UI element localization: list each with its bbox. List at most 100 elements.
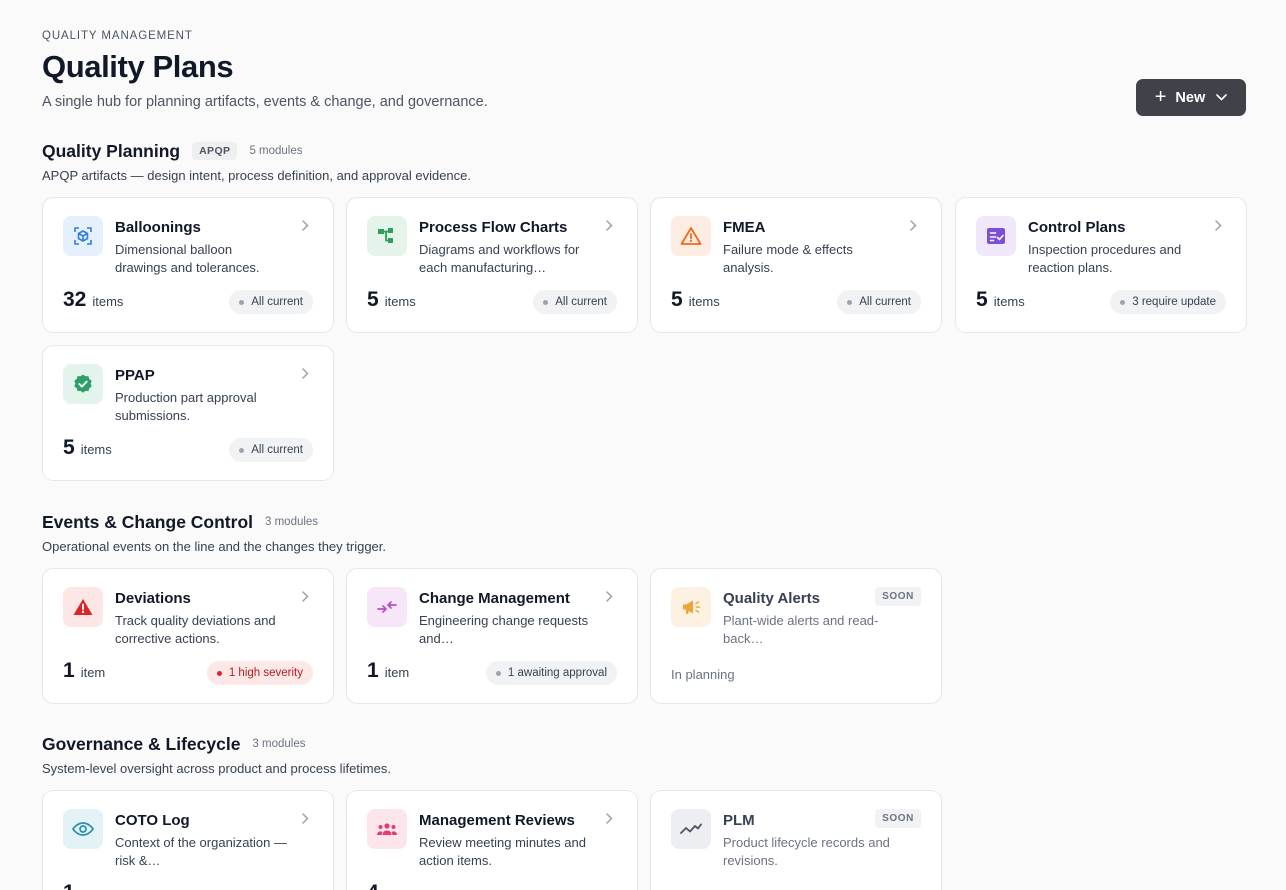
card-title: Change Management [419,590,570,607]
card-description: Failure mode & effects analysis. [723,242,853,275]
card-description: Dimensional balloon drawings and toleran… [115,242,260,275]
section-description: APQP artifacts — design intent, process … [42,168,472,183]
count-number: 32 [63,288,87,311]
chevron-right-icon [302,591,309,602]
count-number: 5 [976,288,988,311]
card-title: Quality Alerts [723,590,820,607]
verified-badge-icon [63,364,103,404]
new-button-label: New [1175,89,1206,106]
warning-icon [671,216,711,256]
item-count: 1 item [367,659,409,683]
card-process-flow-charts[interactable]: Process Flow Charts Diagrams and workflo… [346,197,638,333]
item-count: 5 items [671,288,720,312]
status-badge: 1 awaiting approval [485,661,617,685]
trend-line-icon [671,809,711,849]
item-count: 1 [63,881,75,890]
count-number: 1 [63,659,75,682]
section-title: Quality Planning [42,140,181,161]
item-count: 4 [367,881,379,890]
chevron-right-icon [606,220,613,231]
new-button[interactable]: + New [1136,79,1246,116]
chevron-right-icon [606,591,613,602]
count-unit: items [384,294,416,309]
status-badge: All current [837,290,921,314]
soon-badge: SOON [875,587,921,606]
card-description: Product lifecycle records and revisions. [723,835,890,868]
count-unit: item [384,665,410,680]
card-description: Review meeting minutes and action items. [419,835,586,868]
card-description: Track quality deviations and corrective … [115,613,276,646]
section-description: Operational events on the line and the c… [42,539,387,554]
card-management-reviews[interactable]: Management Reviews Review meeting minute… [346,790,638,890]
count-number: 5 [367,288,379,311]
chevron-right-icon [1215,220,1222,231]
card-title: Management Reviews [419,812,575,829]
card-description: Plant-wide alerts and read-back… [723,613,879,646]
section-title: Governance & Lifecycle [42,733,241,754]
eyebrow: QUALITY MANAGEMENT [42,30,193,42]
card-title: Control Plans [1028,219,1126,236]
card-description: Diagrams and workflows for each manufact… [419,242,580,275]
card-quality-alerts[interactable]: Quality Alerts Plant-wide alerts and rea… [650,568,942,704]
card-balloonings[interactable]: Balloonings Dimensional balloon drawings… [42,197,334,333]
card-title: Process Flow Charts [419,219,568,236]
count-unit: items [92,294,124,309]
count-unit: items [688,294,720,309]
plus-icon: + [1154,85,1167,108]
card-title: PPAP [115,367,155,384]
section-count: 3 modules [252,738,306,750]
item-count: 1 item [63,659,105,683]
card-title: FMEA [723,219,766,236]
card-description: Engineering change requests and… [419,613,589,646]
card-description: Inspection procedures and reaction plans… [1028,242,1182,275]
section-count: 3 modules [265,516,319,528]
section-governance-lifecycle: Governance & Lifecycle 3 modules System-… [42,732,1246,890]
people-group-icon [367,809,407,849]
card-deviations[interactable]: Deviations Track quality deviations and … [42,568,334,704]
section-tag: APQP [192,142,238,160]
item-count: 5 items [367,288,416,312]
count-unit: items [80,442,112,457]
chevron-down-icon [1216,94,1228,101]
card-title: COTO Log [115,812,190,829]
card-coto-log[interactable]: COTO Log Context of the organization — r… [42,790,334,890]
status-badge: 1 high severity [206,661,313,685]
section-events-change-control: Events & Change Control 3 modules Operat… [42,510,1246,704]
page-subtitle: A single hub for planning artifacts, eve… [42,94,488,110]
swap-arrows-icon [367,587,407,627]
item-count: 5 items [63,436,112,460]
balloon-icon [63,216,103,256]
item-count: 32 items [63,288,123,312]
count-number: 5 [63,436,75,459]
count-unit: items [993,294,1025,309]
card-description: Production part approval submissions. [115,390,257,423]
section-description: System-level oversight across product an… [42,761,391,776]
card-description: Context of the organization — risk &… [115,835,287,868]
card-fmea[interactable]: FMEA Failure mode & effects analysis. 5 … [650,197,942,333]
section-count: 5 modules [249,145,303,157]
status-badge: 3 require update [1110,290,1226,314]
status-badge: All current [229,438,313,462]
card-plm[interactable]: PLM Product lifecycle records and revisi… [650,790,942,890]
card-ppap[interactable]: PPAP Production part approval submission… [42,345,334,481]
eye-icon [63,809,103,849]
chevron-right-icon [302,220,309,231]
flow-chart-icon [367,216,407,256]
checklist-icon [976,216,1016,256]
chevron-right-icon [302,813,309,824]
count-number: 5 [671,288,683,311]
chevron-right-icon [302,368,309,379]
item-count: 5 items [976,288,1025,312]
card-change-management[interactable]: Change Management Engineering change req… [346,568,638,704]
count-number: 4 [367,881,379,890]
page-title: Quality Plans [42,49,234,84]
status-badge: All current [229,290,313,314]
chevron-right-icon [910,220,917,231]
section-title: Events & Change Control [42,511,253,532]
planning-status: In planning [671,667,735,682]
card-control-plans[interactable]: Control Plans Inspection procedures and … [955,197,1247,333]
count-unit: item [80,665,106,680]
card-title: PLM [723,812,755,829]
page: QUALITY MANAGEMENT Quality Plans A singl… [42,30,1247,890]
alert-triangle-icon [63,587,103,627]
